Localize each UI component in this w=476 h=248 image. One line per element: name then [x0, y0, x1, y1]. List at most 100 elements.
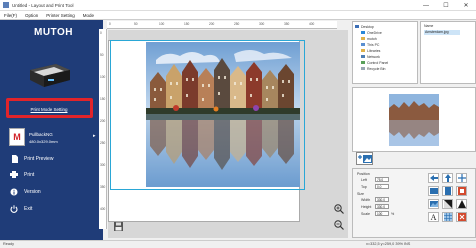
- tree-item[interactable]: Control Panel: [361, 60, 388, 65]
- network-icon: [361, 55, 365, 58]
- minimize-button[interactable]: —: [416, 0, 436, 11]
- menu-file[interactable]: File(F): [0, 13, 21, 18]
- delete-button[interactable]: [456, 212, 467, 222]
- position-label: Position: [357, 172, 370, 176]
- nav-exit[interactable]: Exit: [10, 203, 95, 214]
- ruler-tick: 150: [184, 22, 190, 26]
- power-icon: [10, 204, 18, 213]
- size-label: Size: [357, 192, 364, 196]
- media-icon: M: [9, 128, 25, 146]
- ruler-tick: 350: [284, 22, 290, 26]
- ruler-tick: 300: [100, 163, 106, 167]
- folder-tree[interactable]: Desktop OneDrive mutoh This PC Libraries…: [352, 21, 418, 84]
- menu-option[interactable]: Option: [21, 13, 42, 18]
- media-selector[interactable]: M PullbackNG 480.0x329.0mm ▸: [9, 124, 96, 154]
- nav-version[interactable]: Version: [10, 186, 95, 197]
- info-icon: [10, 188, 18, 196]
- fit-page-icon: [457, 187, 466, 195]
- zoom-in-icon: [333, 203, 344, 214]
- tree-item[interactable]: mutoh: [361, 36, 377, 41]
- zoom-in-button[interactable]: [333, 203, 344, 214]
- file-item-selected[interactable]: Amsterdam.jpg: [424, 30, 460, 35]
- ruler-tick: 100: [159, 22, 165, 26]
- tree-item[interactable]: Libraries: [361, 48, 380, 53]
- add-image-button[interactable]: [356, 152, 373, 165]
- fit-width-button[interactable]: [428, 186, 439, 196]
- menu-printer-setting[interactable]: Printer Setting: [42, 13, 79, 18]
- width-label: Width: [361, 198, 371, 202]
- ruler-tick: 0: [109, 22, 111, 26]
- fit-height-button[interactable]: [442, 186, 453, 196]
- recycle-bin-icon: [361, 67, 365, 70]
- image-preview: [352, 87, 476, 152]
- top-input[interactable]: 0.0: [375, 184, 389, 189]
- tree-item[interactable]: OneDrive: [361, 30, 382, 35]
- grid-icon: [443, 213, 452, 221]
- media-size: 480.0x329.0mm: [29, 139, 58, 144]
- close-button[interactable]: ✕: [456, 0, 476, 11]
- mutoh-logo: MUTOH: [34, 27, 73, 38]
- printer-icon: [10, 171, 18, 179]
- add-image-icon: [357, 154, 372, 163]
- mirror-icon: [443, 200, 452, 208]
- ruler-tick: 400: [309, 22, 315, 26]
- column-header-name: Name: [424, 24, 434, 28]
- status-bar: Ready x=332,5 y=259,0 39% INS: [0, 240, 476, 248]
- control-panel-icon: [361, 61, 365, 64]
- delete-icon: [457, 213, 466, 221]
- tree-item[interactable]: Desktop: [355, 24, 374, 29]
- ruler-tick: 250: [234, 22, 240, 26]
- user-folder-icon: [361, 37, 365, 40]
- move-up-button[interactable]: [442, 173, 453, 183]
- mirror-button[interactable]: [442, 199, 453, 209]
- fit-page-button[interactable]: [456, 186, 467, 196]
- save-icon[interactable]: [114, 222, 123, 231]
- top-label: Top: [361, 185, 367, 189]
- file-list[interactable]: Name Amsterdam.jpg: [420, 21, 476, 84]
- nav-print[interactable]: Print: [10, 169, 95, 180]
- nav-label: Exit: [24, 205, 33, 212]
- status-text: Ready: [3, 242, 14, 246]
- sidebar: MUTOH Print Mode Setting M PullbackNG 48…: [0, 20, 103, 240]
- ruler-tick: 100: [100, 75, 106, 79]
- grid-button[interactable]: [442, 212, 453, 222]
- left-label: Left: [361, 178, 367, 182]
- left-input[interactable]: 75.0: [375, 177, 389, 182]
- cloud-icon: [361, 31, 365, 34]
- highlight-frame: [6, 98, 93, 118]
- tree-item[interactable]: This PC: [361, 42, 379, 47]
- title-bar: Untitled - Layout and Print Tool — ☐ ✕: [0, 0, 476, 11]
- menu-mode[interactable]: Mode: [79, 13, 98, 18]
- scale-input[interactable]: 100: [375, 211, 389, 216]
- center-button[interactable]: [456, 173, 467, 183]
- arrow-left-icon: [429, 175, 438, 181]
- width-input[interactable]: 330.0: [375, 197, 389, 202]
- ruler-tick: 50: [100, 53, 104, 57]
- center-icon: [457, 174, 466, 182]
- move-left-button[interactable]: [428, 173, 439, 183]
- tree-item[interactable]: Network: [361, 54, 380, 59]
- zoom-out-icon: [333, 219, 344, 230]
- nav-label: Print: [24, 171, 35, 178]
- fit-width-icon: [429, 188, 438, 194]
- landscape-button[interactable]: [428, 199, 439, 209]
- height-label: Height: [361, 205, 372, 209]
- tree-item[interactable]: Recycle Bin: [361, 66, 385, 71]
- desktop-icon: [355, 25, 359, 28]
- triangle-icon: [457, 200, 466, 208]
- scale-label: Scale: [361, 212, 370, 216]
- fit-height-icon: [444, 187, 451, 195]
- ruler-tick: 150: [100, 97, 106, 101]
- media-name: PullbackNG: [29, 132, 53, 137]
- height-input[interactable]: 330.0: [375, 204, 389, 209]
- nav-print-preview[interactable]: Print Preview: [10, 153, 95, 164]
- zoom-out-button[interactable]: [333, 219, 344, 230]
- ruler-tick: 0: [100, 31, 102, 35]
- app-icon: [3, 2, 9, 8]
- add-text-button[interactable]: A: [428, 212, 439, 222]
- maximize-button[interactable]: ☐: [436, 0, 456, 11]
- computer-icon: [361, 43, 365, 46]
- placed-image-amsterdam[interactable]: [146, 42, 300, 187]
- print-preview-icon: [10, 154, 18, 163]
- invert-button[interactable]: [456, 199, 467, 209]
